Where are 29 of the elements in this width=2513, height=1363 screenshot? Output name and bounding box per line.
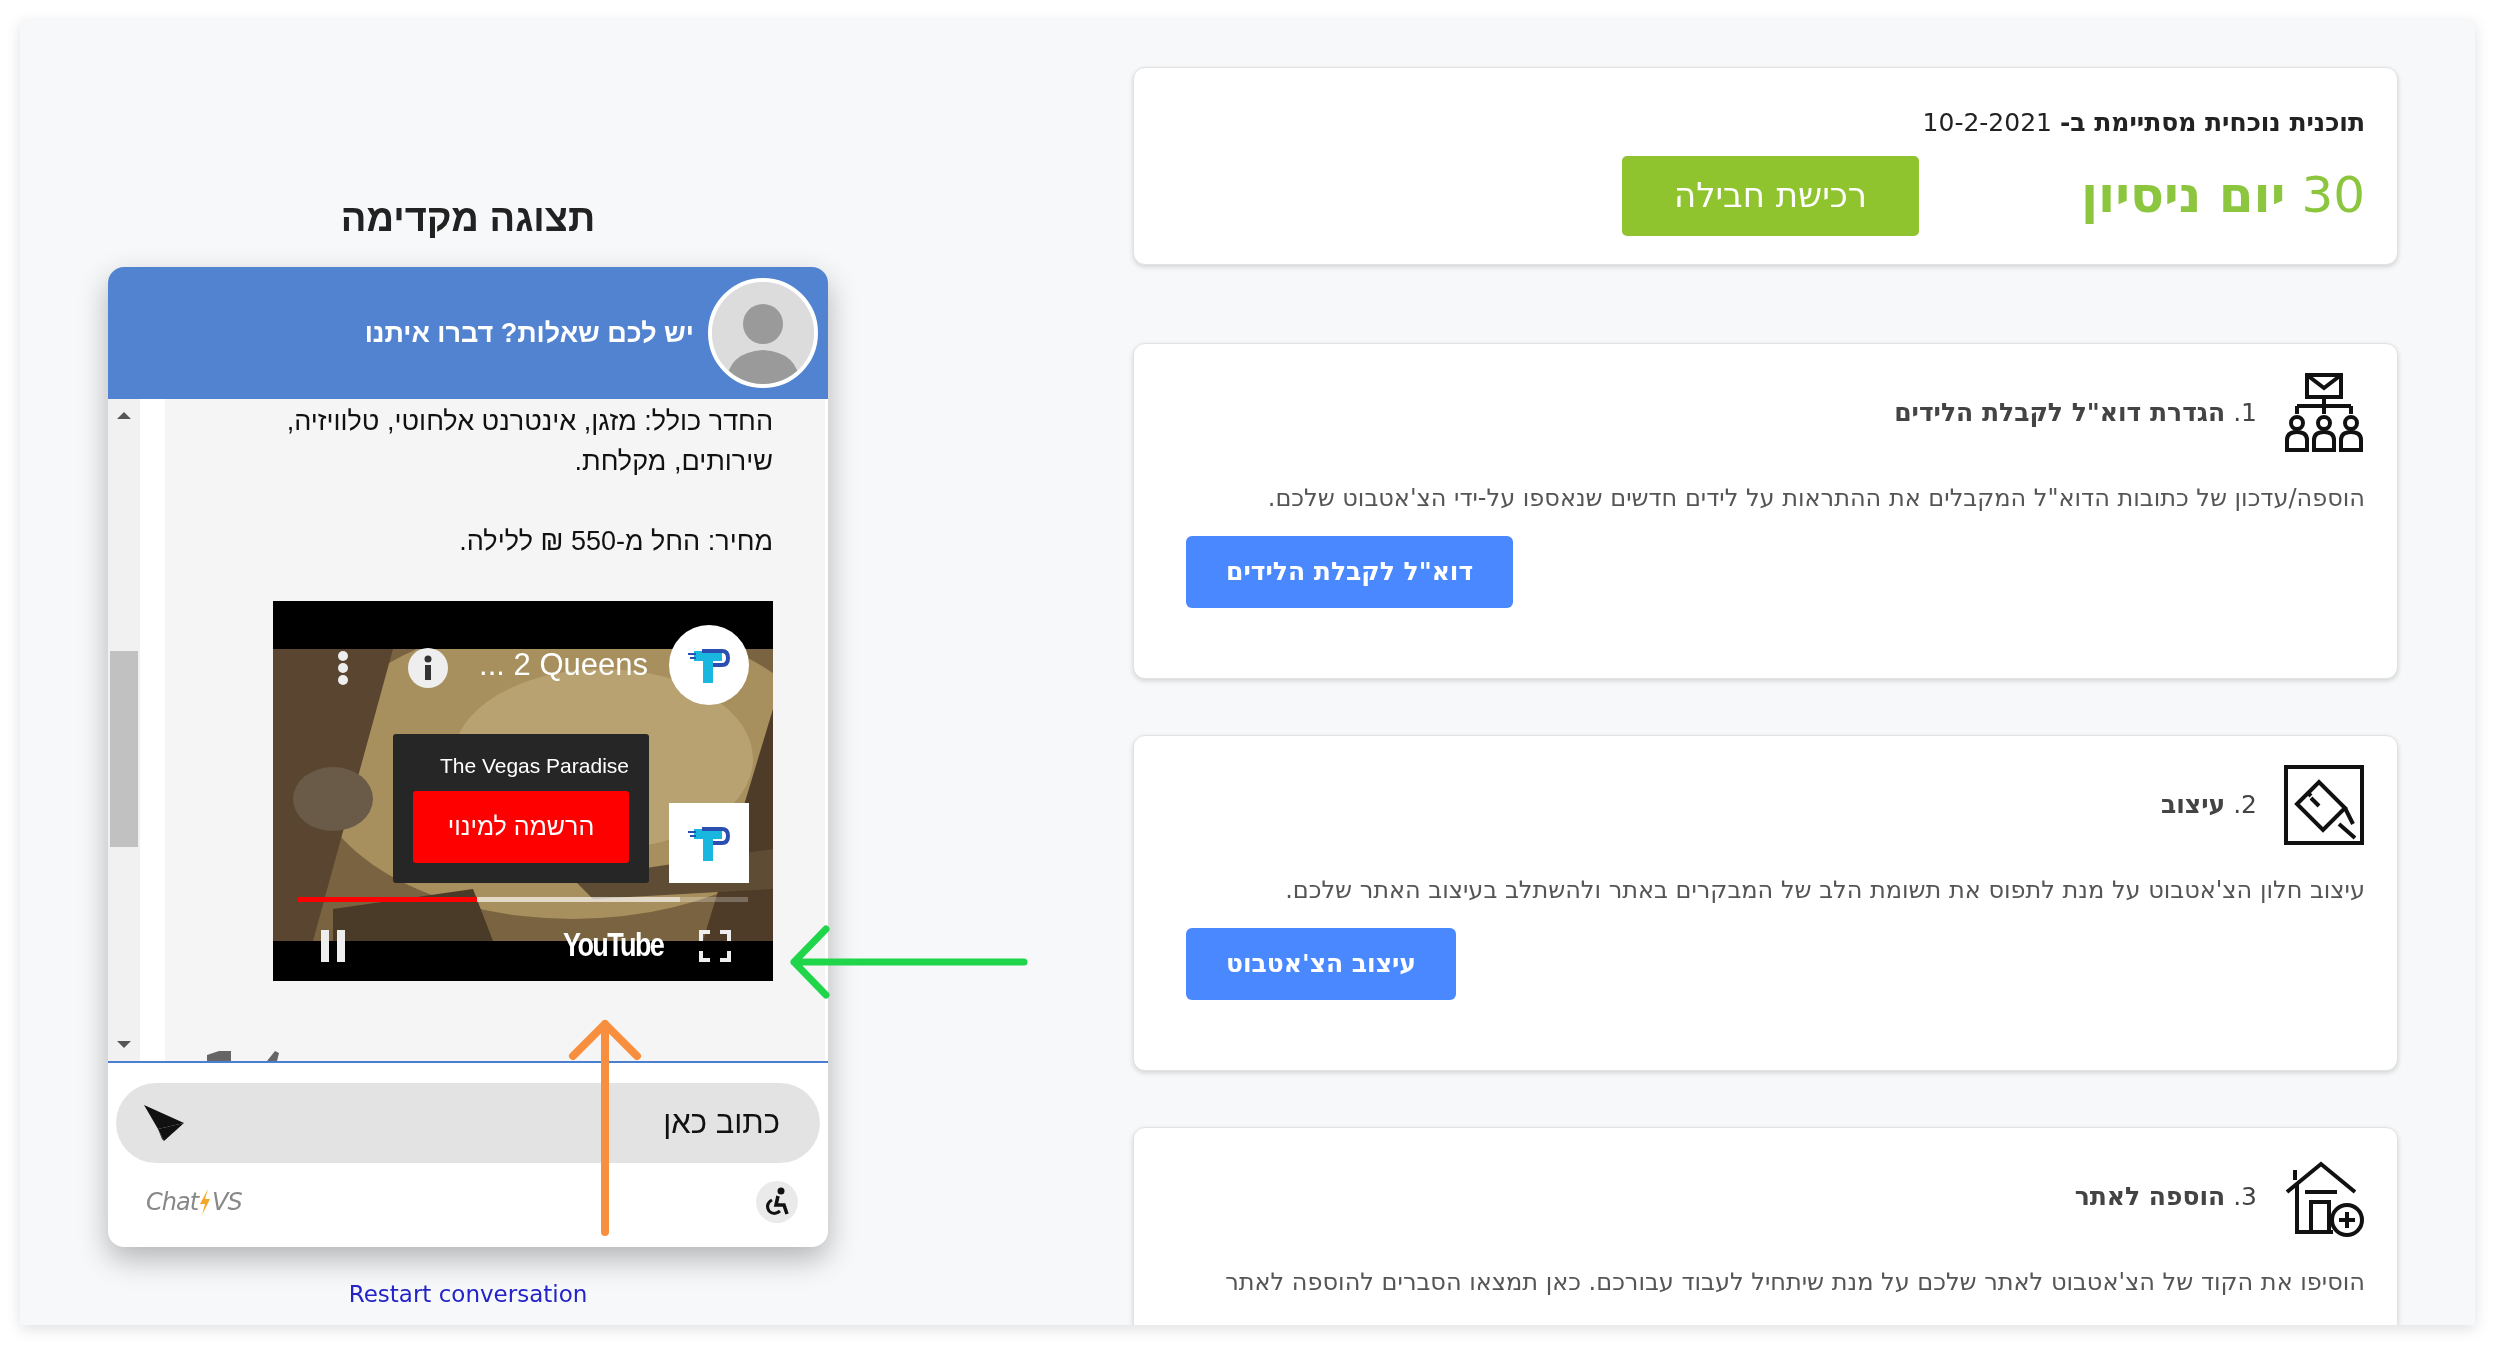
accessibility-icon[interactable]: [756, 1181, 798, 1223]
message-text: החדר כולל: מזגן, אינטרנט אלחוטי, טלוויזיה, שירותים, מקלחת.: [285, 405, 773, 478]
brand-text: VS: [212, 1187, 242, 1218]
scrollbar-thumb[interactable]: [110, 651, 138, 847]
step-description: הוסיפו את הקוד של הצ'אטבוט לאתר שלכם על מנת שיתחיל לעבוד עבורכם. כאן תמצאו הסברים להוספה לאתר: [1224, 1266, 2365, 1298]
step-description: עיצוב חלון הצ'אטבוט על מנת לתפוס את תשומת הלב של המבקרים באתר ולהשתלב בעיצוב האתר שלכם.: [1284, 874, 2365, 906]
preview-title: תצוגה מקדימה: [340, 196, 596, 241]
channel-logo-icon[interactable]: [669, 803, 749, 883]
video-title[interactable]: ... 2 Queens: [479, 645, 648, 685]
step-description: הוספה/עדכון של כתובות הדוא"ל המקבלים את ההתראות על לידים חדשים שנאספו על-ידי הצ'אטבוט שלכם.: [1266, 482, 2365, 514]
more-options-icon[interactable]: [337, 650, 349, 686]
message-text: מחיר: החל מ-550 ₪ ללילה.: [458, 525, 773, 558]
chat-header-title: יש לכם שאלות? דברו איתנו: [364, 316, 694, 350]
lightning-icon: [198, 1188, 213, 1216]
step-button[interactable]: עיצוב הצ'אטבוט: [1186, 927, 1456, 1000]
message-input-field[interactable]: כתוב כאן: [116, 1083, 820, 1163]
channel-name: The Vegas Paradise: [439, 753, 629, 779]
brush-icon: [2283, 763, 2365, 846]
info-icon[interactable]: [408, 648, 448, 688]
youtube-wordmark[interactable]: YouTube: [562, 925, 663, 965]
progress-track[interactable]: [297, 897, 748, 902]
subscribe-button[interactable]: הרשמה למינוי: [413, 791, 629, 863]
buy-package-button[interactable]: רכישת חבילה: [1621, 155, 1919, 236]
send-icon[interactable]: [142, 1103, 186, 1143]
brand-text: Chat: [146, 1187, 199, 1218]
email-network-icon: [2283, 371, 2365, 454]
fullscreen-icon[interactable]: [698, 929, 732, 963]
restart-link[interactable]: Restart conversation: [348, 1277, 588, 1312]
step-button[interactable]: דוא"ל לקבלת הלידים: [1186, 535, 1514, 608]
